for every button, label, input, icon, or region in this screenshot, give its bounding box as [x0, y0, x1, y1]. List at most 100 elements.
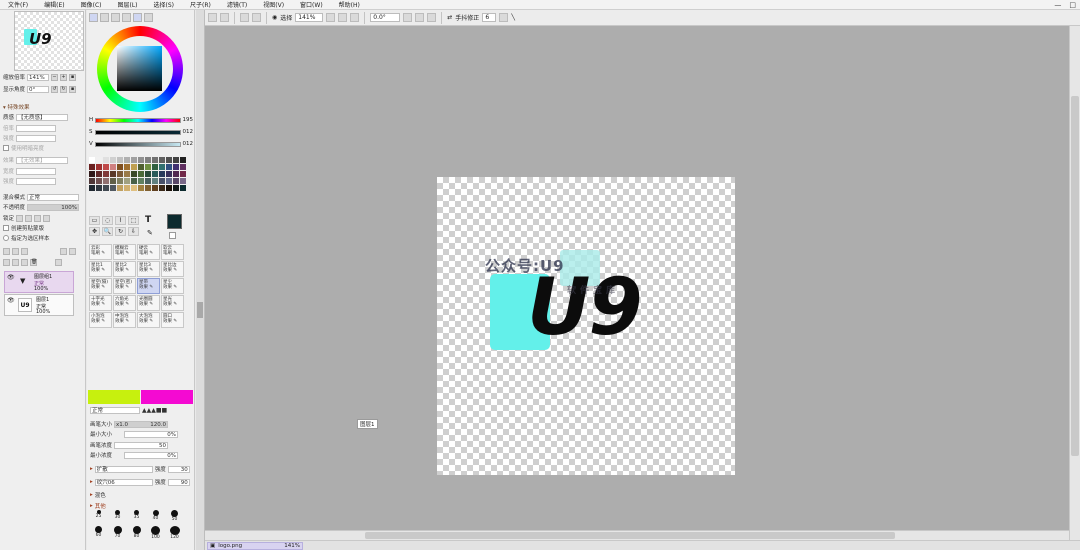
swatch-33[interactable]	[124, 171, 130, 177]
swatch-34[interactable]	[131, 171, 137, 177]
swatch-37[interactable]	[152, 171, 158, 177]
swatch-48[interactable]	[131, 178, 137, 184]
redo-button[interactable]	[220, 13, 229, 22]
swatch-54[interactable]	[173, 178, 179, 184]
saturation-slider[interactable]	[94, 129, 181, 135]
min-density-slider[interactable]: 0%	[124, 451, 179, 459]
rotate-tool[interactable]: ↻	[115, 227, 126, 236]
min-size-slider[interactable]: 0%	[124, 430, 179, 438]
swatch-42[interactable]	[89, 178, 95, 184]
swatch-18[interactable]	[117, 164, 123, 170]
horizontal-scrollbar-thumb[interactable]	[365, 532, 895, 539]
hand-tool[interactable]: ⇩	[128, 227, 139, 236]
eye-icon[interactable]: 👁	[7, 274, 15, 281]
swatch-40[interactable]	[173, 171, 179, 177]
layer-settings-button[interactable]	[55, 259, 62, 266]
brush-size-preset[interactable]: 50	[165, 510, 184, 524]
swatch-19[interactable]	[124, 164, 130, 170]
stabilizer-dropdown[interactable]	[499, 13, 509, 22]
brush-9[interactable]: 星空(密) 效果 ✎	[113, 278, 136, 294]
color-wheel[interactable]	[97, 26, 183, 112]
select-pen-tool[interactable]: ⬚	[128, 216, 139, 225]
lock-all-button[interactable]	[43, 214, 51, 222]
brush-8[interactable]: 星空(隔) 效果 ✎	[89, 278, 112, 294]
brush-2[interactable]: 硬云 笔刷 ✎	[137, 244, 160, 260]
canvas-document[interactable]: U9 公众号:U9 软件宝库	[437, 177, 735, 475]
zoom-field[interactable]: 141%	[27, 73, 50, 81]
menu-select[interactable]: 选择(S)	[146, 0, 183, 9]
swatch-57[interactable]	[96, 185, 102, 191]
new-folder-button[interactable]	[21, 248, 28, 255]
lock-move-button[interactable]	[34, 214, 42, 222]
brush-texture-select[interactable]: 纹穴06	[94, 478, 153, 486]
hsv-mode-button[interactable]	[111, 13, 120, 22]
brush-size-preset[interactable]: 80	[127, 526, 146, 540]
delete-layer-button[interactable]: 🗑	[30, 259, 37, 266]
swatch-65[interactable]	[152, 185, 158, 191]
swatch-11[interactable]	[166, 157, 172, 163]
swatch-45[interactable]	[110, 178, 116, 184]
swatch-3[interactable]	[110, 157, 116, 163]
eye-icon[interactable]: 👁	[7, 297, 15, 304]
palette-mode-button[interactable]	[122, 13, 131, 22]
swatch-44[interactable]	[103, 178, 109, 184]
rgb-mode-button[interactable]	[100, 13, 109, 22]
selection-toggle-label[interactable]: 选择	[280, 13, 292, 22]
toolbar-angle-field[interactable]: 0.0°	[370, 13, 401, 22]
lock-transparency-button[interactable]	[16, 214, 24, 222]
menu-edit[interactable]: 编辑(E)	[36, 0, 72, 9]
hue-slider[interactable]	[95, 117, 181, 123]
menu-image[interactable]: 图像(C)	[73, 0, 110, 9]
file-tab[interactable]: ▣ logo.png 141%	[207, 542, 303, 550]
swatch-10[interactable]	[159, 157, 165, 163]
swatch-2[interactable]	[103, 157, 109, 163]
saturation-value-square[interactable]	[117, 46, 162, 91]
brush-size-preset[interactable]: 30	[108, 510, 127, 524]
swatch-22[interactable]	[145, 164, 151, 170]
rotate-reset-button[interactable]: ▪	[69, 85, 77, 93]
fill-button[interactable]	[60, 248, 67, 255]
swatch-58[interactable]	[103, 185, 109, 191]
brush-size-preset[interactable]: 120	[165, 526, 184, 540]
swatch-17[interactable]	[110, 164, 116, 170]
menu-view[interactable]: 视图(V)	[255, 0, 292, 9]
zoom-in-button[interactable]: +	[60, 73, 68, 81]
brush-11[interactable]: 星尘 效果 ✎	[161, 278, 184, 294]
brush-10[interactable]: 星带 效果 ✎	[137, 278, 160, 294]
effects-header[interactable]: ▾ 特殊效果	[3, 103, 30, 111]
vertical-scrollbar[interactable]	[1069, 26, 1080, 540]
color-chip-magenta[interactable]	[141, 390, 193, 404]
swatch-5[interactable]	[124, 157, 130, 163]
color-wheel-mode-button[interactable]	[89, 13, 98, 22]
swatch-64[interactable]	[145, 185, 151, 191]
brush-16[interactable]: 小泡泡 效果 ✎	[89, 312, 112, 328]
swatch-24[interactable]	[159, 164, 165, 170]
move-tool[interactable]: ✥	[89, 227, 100, 236]
swatch-4[interactable]	[117, 157, 123, 163]
swatch-28[interactable]	[89, 171, 95, 177]
foreground-color[interactable]	[167, 214, 182, 229]
brush-size-preset[interactable]: 40	[146, 510, 165, 524]
flip-icon[interactable]: ⇄	[447, 14, 452, 21]
brush-4[interactable]: 星比1 效果 ✎	[89, 261, 112, 277]
spread-select[interactable]: 扩散	[94, 465, 153, 473]
zoom-tool[interactable]: 🔍	[102, 227, 113, 236]
swatch-9[interactable]	[152, 157, 158, 163]
swatch-62[interactable]	[131, 185, 137, 191]
clear-layer-button[interactable]	[21, 259, 28, 266]
toolbar-zoom-field[interactable]: 141%	[295, 13, 324, 22]
rotation-field[interactable]: 0°	[27, 85, 50, 93]
rotate-cw-button[interactable]	[415, 13, 425, 22]
swatch-31[interactable]	[110, 171, 116, 177]
rotate-reset-toolbar-button[interactable]	[427, 13, 437, 22]
swatch-55[interactable]	[180, 178, 186, 184]
scratchpad-mode-button[interactable]	[144, 13, 153, 22]
rotate-right-button[interactable]: ↻	[60, 85, 68, 93]
effect-select[interactable]: 【无效果】	[16, 156, 69, 164]
swatch-6[interactable]	[131, 157, 137, 163]
blend-mode-select[interactable]: 正常	[27, 193, 80, 201]
eyedropper-tool[interactable]: ✎	[147, 229, 153, 237]
swatch-mode-button[interactable]	[133, 13, 142, 22]
duplicate-layer-button[interactable]	[12, 259, 19, 266]
brush-7[interactable]: 星比边 效果 ✎	[161, 261, 184, 277]
